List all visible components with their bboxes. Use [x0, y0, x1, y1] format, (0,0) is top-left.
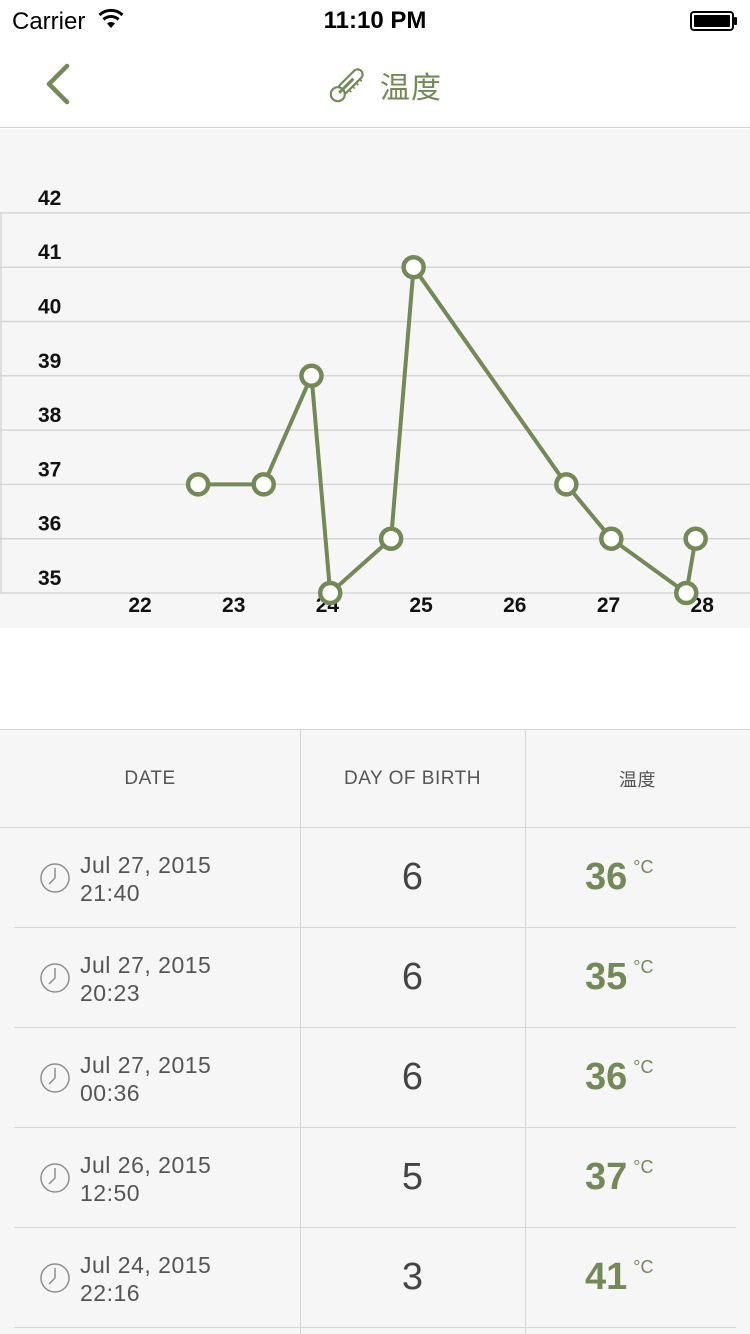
temperature-chart: 35 36 37 38 39 40 41 42 22 23 24 25 26 27 28 — [0, 129, 750, 628]
header-day-of-birth[interactable]: DAY OF BIRTH — [300, 730, 525, 828]
row-date: Jul 27, 2015 — [80, 1052, 212, 1078]
y-tick-label-37: 37 — [38, 458, 61, 481]
temperature-unit: °C — [633, 957, 654, 977]
row-temperature: 35 °C — [585, 956, 653, 999]
row-temperature: 36 °C — [585, 1056, 653, 1099]
x-tick-label-22: 22 — [128, 594, 151, 617]
temperature-unit: °C — [633, 857, 654, 877]
status-bar: Carrier 11:10 PM — [0, 0, 750, 40]
row-time: 12:50 — [80, 1180, 141, 1206]
y-tick-label-42: 42 — [38, 187, 61, 210]
row-date: Jul 27, 2015 — [80, 952, 212, 978]
data-point-6[interactable] — [554, 472, 579, 497]
y-tick-label-40: 40 — [38, 296, 61, 319]
data-point-5[interactable] — [401, 254, 426, 280]
row-temperature-value: 41 — [585, 1256, 628, 1298]
clock-icon — [40, 1063, 70, 1093]
row-day-of-birth: 6 — [401, 956, 424, 998]
clock-time: 11:10 PM — [323, 7, 427, 34]
row-temperature-value: 35 — [585, 956, 628, 998]
y-tick-label-41: 41 — [38, 241, 62, 264]
temperature-unit: °C — [633, 1157, 654, 1177]
table-row[interactable]: Jul 24, 2015 22:16 3 41 °C — [0, 1228, 750, 1328]
row-day-of-birth: 6 — [401, 856, 424, 898]
row-separator — [14, 1327, 736, 1328]
y-tick-label-36: 36 — [38, 513, 61, 536]
chart-grid — [0, 212, 750, 594]
clock-icon — [40, 963, 70, 993]
clock-icon — [40, 1163, 70, 1193]
thermometer-icon — [329, 68, 364, 103]
header-temperature[interactable]: 温度 — [525, 730, 750, 828]
table-row[interactable]: Jul 27, 2015 21:40 6 36 °C — [0, 828, 750, 928]
data-point-2[interactable] — [299, 363, 324, 389]
temperature-line-chart: 3536373839404142 22 23 24 25 26 27 28 — [0, 187, 750, 617]
row-temperature-value: 37 — [585, 1156, 628, 1198]
navigation-bar: 温度 — [0, 40, 750, 128]
clock-icon — [40, 1263, 70, 1293]
row-date: Jul 27, 2015 — [80, 852, 212, 878]
data-point-0[interactable] — [185, 472, 211, 497]
data-point-8[interactable] — [674, 580, 699, 606]
page-title: 温度 — [380, 71, 442, 106]
row-temperature: 36 °C — [585, 856, 653, 899]
y-axis-labels: 35 36 37 38 39 40 41 42 — [38, 187, 62, 590]
readings-table: DATE DAY OF BIRTH 温度 Jul 27, 2015 21:40 … — [0, 729, 750, 1334]
nav-title-group: 温度 — [324, 62, 442, 108]
row-temperature-value: 36 — [585, 856, 628, 898]
temperature-unit: °C — [633, 1257, 654, 1277]
x-tick-label-23: 23 — [222, 594, 245, 617]
row-date: Jul 24, 2015 — [80, 1252, 212, 1278]
clock-icon — [40, 863, 70, 893]
row-temperature: 41 °C — [585, 1256, 653, 1299]
header-date[interactable]: DATE — [0, 730, 300, 828]
data-point-4[interactable] — [378, 526, 404, 551]
x-tick-label-27: 27 — [597, 594, 620, 617]
data-point-1[interactable] — [251, 472, 276, 497]
row-date: Jul 26, 2015 — [80, 1152, 212, 1178]
x-tick-label-26: 26 — [503, 594, 526, 617]
x-tick-label-25: 25 — [409, 594, 433, 617]
table-row[interactable]: Jul 26, 2015 12:50 5 37 °C — [0, 1128, 750, 1228]
row-day-of-birth: 6 — [401, 1056, 424, 1098]
temperature-unit: °C — [633, 1057, 654, 1077]
row-time: 22:16 — [80, 1280, 141, 1306]
data-point-3[interactable] — [317, 580, 343, 606]
y-tick-label-35: 35 — [38, 567, 62, 590]
row-day-of-birth: 5 — [401, 1156, 424, 1198]
row-temperature: 37 °C — [585, 1156, 653, 1199]
battery-icon — [690, 11, 737, 31]
chevron-left-icon[interactable] — [36, 60, 80, 108]
row-temperature-value: 36 — [585, 1056, 628, 1098]
y-tick-label-38: 38 — [38, 404, 62, 427]
x-axis-labels: 22 23 24 25 26 27 28 — [128, 594, 714, 617]
table-row[interactable]: Jul 27, 2015 00:36 6 36 °C — [0, 1028, 750, 1128]
table-header: DATE DAY OF BIRTH 温度 — [0, 730, 750, 828]
data-point-7[interactable] — [599, 526, 624, 551]
row-time: 21:40 — [80, 880, 141, 906]
row-time: 00:36 — [80, 1080, 141, 1106]
data-point-9[interactable] — [683, 526, 708, 551]
row-day-of-birth: 3 — [401, 1256, 424, 1298]
table-row[interactable]: Jul 27, 2015 20:23 6 35 °C — [0, 928, 750, 1028]
y-tick-label-39: 39 — [38, 350, 61, 373]
row-time: 20:23 — [80, 980, 141, 1006]
